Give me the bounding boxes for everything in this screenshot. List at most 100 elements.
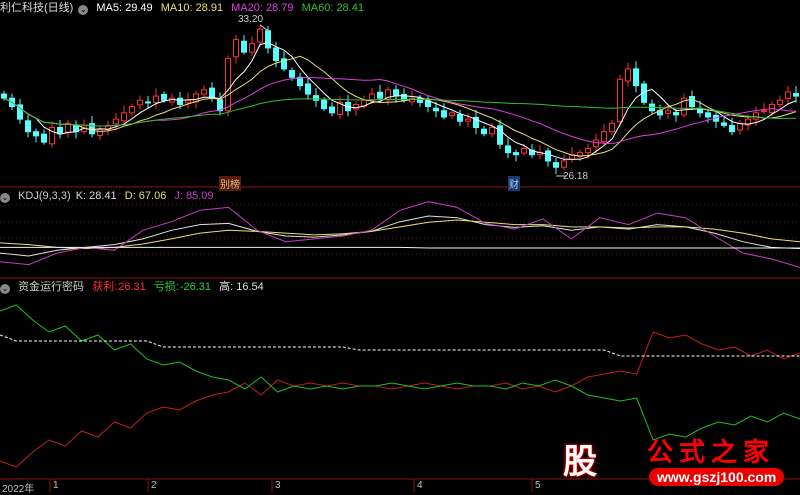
candle-body: [729, 124, 735, 133]
candle-body: [185, 99, 191, 104]
candle-body: [289, 70, 295, 78]
candle-body: [33, 131, 39, 137]
candle-body: [481, 128, 487, 135]
candle-body: [177, 97, 183, 105]
candle-body: [793, 93, 799, 97]
candle-body: [145, 101, 151, 104]
candle-body: [593, 139, 599, 148]
candle-body: [513, 152, 519, 156]
kdj-header: ⌄ KDJ(9,3,3) K: 28.41 D: 67.06 J: 85.09: [0, 189, 219, 203]
candle-body: [753, 112, 759, 120]
candle-body: [201, 89, 207, 95]
kdj-k: K: 28.41: [75, 190, 117, 202]
candle-body: [161, 93, 167, 101]
watermark-url: www.gszj100.com: [649, 468, 785, 486]
high-value: 高: 16.54: [219, 281, 264, 293]
candle-body: [553, 162, 559, 168]
settings-chevron-icon[interactable]: ⌄: [78, 5, 89, 15]
candle-body: [625, 68, 631, 82]
x-tick-mar: 3: [275, 480, 281, 491]
candle-body: [617, 78, 623, 123]
kdj-j: J: 85.09: [174, 190, 214, 202]
kdj-chevron-icon[interactable]: ⌄: [0, 193, 10, 203]
candle-body: [321, 99, 327, 110]
candle-body: [777, 99, 783, 105]
candle-body: [561, 160, 567, 168]
candle-body: [209, 87, 215, 99]
ma60-value: MA60: 28.41: [301, 2, 364, 14]
watermark: 股 公式之家 www.gszj100.com: [555, 430, 800, 492]
kdj-d-line: [0, 219, 800, 250]
candle-body: [265, 30, 271, 49]
candle-body: [97, 129, 103, 136]
candle-body: [737, 122, 743, 131]
candle-body: [225, 57, 231, 112]
x-tick-year: 2022年: [2, 484, 35, 495]
x-tick-jan: 1: [53, 480, 59, 491]
event-tag-finance[interactable]: 财: [508, 176, 520, 191]
candle-body: [705, 112, 711, 118]
fund-chevron-icon[interactable]: ⌄: [0, 284, 10, 294]
event-tag-1[interactable]: 别榜: [219, 176, 241, 191]
candle-body: [241, 40, 247, 53]
kdj-j-line: [0, 201, 800, 268]
candle-body: [137, 99, 143, 106]
ma20-value: MA20: 28.79: [231, 2, 294, 14]
stock-chart: [0, 24, 800, 492]
candle-body: [665, 110, 671, 114]
stock-title[interactable]: 利仁科技(日线): [0, 2, 73, 14]
candle-body: [57, 126, 63, 135]
candle-body: [257, 28, 263, 43]
candle-body: [273, 47, 279, 62]
watermark-logo: 股: [563, 442, 597, 482]
loss-line: [0, 304, 800, 441]
x-tick-apr: 4: [417, 480, 423, 491]
candle-body: [449, 112, 455, 116]
candle-body: [505, 145, 511, 154]
candle-body: [433, 107, 439, 112]
candle-body: [1, 93, 7, 99]
candle-body: [329, 106, 335, 114]
kdj-reference-line: [0, 246, 800, 249]
ma5-value: MA5: 29.49: [96, 2, 153, 14]
candle-body: [457, 114, 463, 122]
candle-body: [601, 131, 607, 143]
main-header: 利仁科技(日线) ⌄ MA5: 29.49 MA10: 28.91 MA20: 2…: [0, 1, 369, 15]
candle-body: [353, 103, 359, 110]
candle-body: [441, 110, 447, 118]
candle-body: [41, 133, 47, 143]
watermark-title: 公式之家: [647, 438, 776, 468]
candle-body: [721, 122, 727, 126]
candle-body: [305, 83, 311, 95]
max-price-label: 33.20: [238, 14, 264, 25]
loss-label: 亏损:: [153, 281, 179, 293]
candle-body: [489, 126, 495, 135]
candle-body: [121, 112, 127, 122]
fund-name[interactable]: 资金运行密码: [18, 281, 84, 293]
candle-body: [153, 95, 159, 103]
ma10-value: MA10: 28.91: [160, 2, 224, 14]
profit-value: 26.31: [118, 281, 146, 293]
candle-body: [25, 120, 31, 133]
candle-body: [393, 89, 399, 97]
fund-header: ⌄ 资金运行密码 获利:26.31 亏损:-26.31 高: 16.54: [0, 280, 269, 294]
kdj-d: D: 67.06: [124, 190, 167, 202]
ma10-line: [3, 55, 797, 157]
x-tick-feb: 2: [151, 480, 157, 491]
candle-body: [465, 118, 471, 122]
candle-body: [545, 150, 551, 162]
candle-body: [689, 96, 695, 108]
candle-body: [633, 68, 639, 87]
candle-body: [585, 147, 591, 154]
candle-body: [673, 111, 679, 116]
candle-body: [761, 110, 767, 113]
candle-body: [313, 95, 319, 101]
candle-body: [521, 147, 527, 154]
candle-body: [129, 106, 135, 114]
candle-body: [249, 43, 255, 53]
x-tick-may: 5: [535, 480, 541, 491]
kdj-name[interactable]: KDJ(9,3,3): [18, 190, 71, 202]
profit-label: 获利:: [92, 281, 118, 293]
candle-body: [785, 91, 791, 100]
candle-body: [609, 122, 615, 133]
